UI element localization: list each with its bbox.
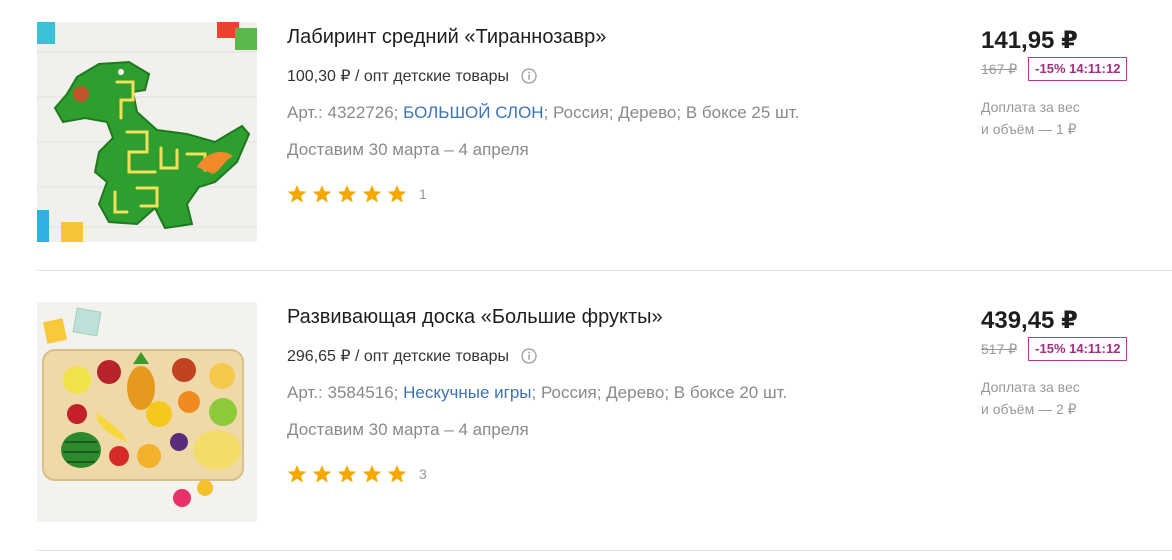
surcharge-line-1: Доплата за вес <box>981 379 1080 395</box>
product-image[interactable] <box>37 22 257 242</box>
delivery-date: Доставим 30 марта – 4 апреля <box>287 420 529 439</box>
star-icon <box>362 465 382 483</box>
delivery-date: Доставим 30 марта – 4 апреля <box>287 140 529 159</box>
article-number: Арт.: 3584516; <box>287 383 399 402</box>
divider <box>37 550 1172 551</box>
product-title[interactable]: Развивающая доска «Большие фрукты» <box>287 306 663 329</box>
product-meta: Арт.: 3584516; Нескучные игры; Россия; Д… <box>287 383 787 403</box>
surcharge-line-1: Доплата за вес <box>981 99 1080 115</box>
old-price-row: 517 ₽ -15% 14:11:12 <box>981 337 1128 361</box>
product-details: ; Россия; Дерево; В боксе 25 шт. <box>543 103 800 122</box>
discount-badge: -15% 14:11:12 <box>1028 337 1128 361</box>
star-icon <box>312 185 332 203</box>
info-circle-icon[interactable] <box>521 348 537 364</box>
info-circle-icon[interactable] <box>521 68 537 84</box>
product-details: ; Россия; Дерево; В боксе 20 шт. <box>531 383 788 402</box>
product-image[interactable] <box>37 302 257 522</box>
surcharge-line-2: и объём — 2 ₽ <box>981 401 1077 417</box>
rating[interactable]: 3 <box>287 464 427 484</box>
star-icon <box>387 185 407 203</box>
star-icon <box>337 185 357 203</box>
star-icon <box>287 465 307 483</box>
article-number: Арт.: 4322726; <box>287 103 399 122</box>
product-card: Развивающая доска «Большие фрукты» 296,6… <box>0 280 1172 522</box>
price: 439,45 ₽ <box>981 307 1078 334</box>
wholesale-price: 296,65 ₽ / опт детские товары <box>287 346 537 366</box>
old-price: 167 ₽ <box>981 60 1018 77</box>
wholesale-price-text: 100,30 ₽ / опт детские товары <box>287 68 510 85</box>
weight-surcharge: Доплата за вес и объём — 2 ₽ <box>981 376 1121 420</box>
star-icon <box>312 465 332 483</box>
product-card: Лабиринт средний «Тираннозавр» 100,30 ₽ … <box>0 0 1172 242</box>
star-icon <box>337 465 357 483</box>
product-meta: Арт.: 4322726; БОЛЬШОЙ СЛОН; Россия; Дер… <box>287 103 799 123</box>
review-count[interactable]: 1 <box>419 186 427 202</box>
brand-link[interactable]: Нескучные игры <box>403 383 531 402</box>
product-title[interactable]: Лабиринт средний «Тираннозавр» <box>287 26 606 49</box>
brand-link[interactable]: БОЛЬШОЙ СЛОН <box>403 103 543 122</box>
star-icon <box>362 185 382 203</box>
surcharge-line-2: и объём — 1 ₽ <box>981 121 1077 137</box>
dinosaur-maze-image <box>37 22 257 242</box>
fruit-board-image <box>37 302 257 522</box>
star-icon <box>287 185 307 203</box>
divider <box>37 270 1172 271</box>
old-price-row: 167 ₽ -15% 14:11:12 <box>981 57 1128 81</box>
star-icon <box>387 465 407 483</box>
weight-surcharge: Доплата за вес и объём — 1 ₽ <box>981 96 1121 140</box>
old-price: 517 ₽ <box>981 340 1018 357</box>
wholesale-price: 100,30 ₽ / опт детские товары <box>287 66 537 86</box>
review-count[interactable]: 3 <box>419 466 427 482</box>
rating[interactable]: 1 <box>287 184 427 204</box>
price: 141,95 ₽ <box>981 27 1078 54</box>
wholesale-price-text: 296,65 ₽ / опт детские товары <box>287 348 510 365</box>
discount-badge: -15% 14:11:12 <box>1028 57 1128 81</box>
